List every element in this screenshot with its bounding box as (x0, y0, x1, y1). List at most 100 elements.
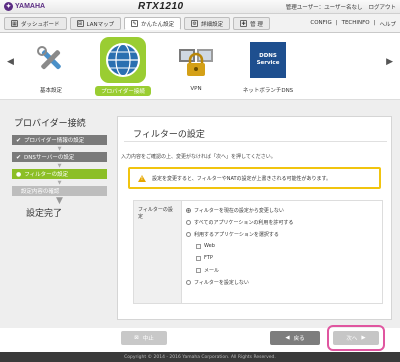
radio-button[interactable] (186, 207, 191, 213)
option-no-change[interactable]: フィルターを現在の設定から変更しない (186, 204, 378, 216)
vpn-lock-icon (173, 37, 219, 83)
tuning-fork-icon: ✦ (4, 2, 13, 11)
radio-button[interactable] (186, 231, 191, 237)
big-down-arrow-icon: ▼ (56, 196, 63, 206)
next-button-label: 次へ (346, 336, 358, 342)
check-icon: ✔ (16, 136, 22, 144)
option-label: FTP (204, 255, 213, 261)
tab-dashboard[interactable]: ▦ ダッシュボード (4, 17, 67, 30)
step-label: フィルターの設定 (24, 172, 69, 178)
divider (124, 141, 387, 142)
cancel-button-label: 中止 (142, 336, 154, 342)
easy-setup-icon: ✎ (131, 20, 139, 27)
yamaha-logo: ✦ YAMAHA (4, 2, 45, 11)
gear-icon: ⚙ (191, 20, 199, 27)
option-label: すべてのアプリケーションの利用を許可する (194, 219, 294, 226)
carousel-item-vpn[interactable]: VPN (168, 37, 224, 92)
tab-bar: ▦ ダッシュボード ⊞ LANマップ ✎ かんたん設定 ⚙ 詳細設定 ✚ 管 理… (0, 14, 400, 33)
current-step-icon: ● (16, 170, 22, 178)
cancel-icon: ⊠ (134, 335, 139, 341)
step-dns-server: ✔ DNSサーバーの設定 (12, 152, 107, 162)
step-provider-info: ✔ プロバイダー情報の設定 (12, 135, 107, 145)
filter-options: フィルターを現在の設定から変更しない すべてのアプリケーションの利用を許可する … (182, 201, 382, 303)
back-arrow-icon: ◀ (285, 335, 290, 341)
option-mail[interactable]: メール (186, 264, 378, 276)
option-select-apps[interactable]: 利用するアプリケーションを選択する (186, 228, 378, 240)
checkbox[interactable] (196, 267, 201, 273)
filter-form: フィルターの設定 フィルターを現在の設定から変更しない すべてのアプリケーション… (133, 200, 383, 304)
carousel-item-netvolante-dns[interactable]: DDNS Service ネットボランチDNS (240, 37, 296, 94)
warning-icon: ! (138, 174, 146, 182)
techinfo-link[interactable]: TECHINFO (342, 20, 370, 28)
tab-label: 詳細設定 (201, 21, 224, 28)
form-label: フィルターの設定 (134, 201, 182, 303)
option-label: 利用するアプリケーションを選択する (194, 231, 279, 238)
panel-title: フィルターの設定 (133, 130, 205, 140)
carousel-label: 基本設定 (39, 88, 62, 94)
wrench-icon: ✚ (240, 20, 248, 27)
tab-management[interactable]: ✚ 管 理 (233, 17, 270, 30)
warning-text: 設定を変更すると、フィルターやNATの設定が上書きされる可能性があります。 (152, 175, 332, 182)
tab-label: 管 理 (250, 21, 263, 28)
cancel-button[interactable]: ⊠ 中止 (121, 331, 167, 345)
option-label: フィルターを現在の設定から変更しない (194, 207, 284, 214)
top-header: ✦ YAMAHA RTX1210 管理ユーザー：ユーザー名なし ログアウト (0, 0, 400, 14)
tools-icon (28, 37, 74, 83)
tab-advanced-settings[interactable]: ⚙ 詳細設定 (184, 17, 231, 30)
option-no-filter[interactable]: フィルターを設定しない (186, 276, 378, 288)
tab-label: LANマップ (86, 21, 115, 28)
next-arrow-icon: ▶ (361, 335, 366, 341)
next-button[interactable]: 次へ ▶ (333, 331, 379, 345)
check-icon: ✔ (16, 153, 22, 161)
step-label: 設定内容の確認 (20, 189, 60, 195)
main-content: プロバイダー接続 ✔ プロバイダー情報の設定 ▼ ✔ DNSサーバーの設定 ▼ … (0, 100, 400, 328)
carousel-next-arrow-icon[interactable]: ▶ (386, 57, 393, 67)
radio-button[interactable] (186, 279, 191, 285)
checkbox[interactable] (196, 243, 201, 249)
filter-settings-panel: フィルターの設定 入力内容をご確認の上、変更がなければ「次へ」を押してください。… (117, 116, 392, 320)
globe-icon (100, 37, 146, 83)
wizard-steps: プロバイダー接続 ✔ プロバイダー情報の設定 ▼ ✔ DNSサーバーの設定 ▼ … (12, 116, 107, 219)
option-ftp[interactable]: FTP (186, 252, 378, 264)
dashboard-icon: ▦ (11, 20, 18, 27)
feature-carousel: ◀ ▶ 基本設定 プロバイダー接続 VPN DDNS Service ネットボラ… (0, 33, 400, 100)
option-web[interactable]: Web (186, 240, 378, 252)
warning-box: ! 設定を変更すると、フィルターやNATの設定が上書きされる可能性があります。 (128, 167, 381, 189)
tab-easy-setup[interactable]: ✎ かんたん設定 (124, 17, 182, 30)
ddns-badge: DDNS Service (250, 42, 286, 78)
step-confirm: 設定内容の確認 (12, 186, 107, 196)
step-label: DNSサーバーの設定 (24, 155, 75, 161)
tab-lan-map[interactable]: ⊞ LANマップ (69, 17, 122, 30)
option-label: フィルターを設定しない (194, 279, 249, 286)
checkbox[interactable] (196, 255, 201, 261)
brand-name: YAMAHA (15, 3, 46, 10)
config-link[interactable]: CONFIG (310, 20, 331, 28)
tab-label: ダッシュボード (21, 21, 60, 28)
setup-complete-label: 設定完了 (26, 209, 63, 219)
ddns-service-icon: DDNS Service (245, 37, 291, 83)
option-allow-all[interactable]: すべてのアプリケーションの利用を許可する (186, 216, 378, 228)
option-label: Web (204, 243, 215, 249)
help-link[interactable]: ヘルプ (379, 20, 396, 28)
carousel-item-basic-settings[interactable]: 基本設定 (23, 37, 79, 94)
back-button-label: 戻る (293, 336, 305, 342)
top-links: CONFIG | TECHINFO | ヘルプ (310, 20, 396, 28)
instruction-text: 入力内容をご確認の上、変更がなければ「次へ」を押してください。 (121, 154, 276, 160)
logout-link[interactable]: ログアウト (368, 3, 396, 11)
carousel-label: プロバイダー接続 (95, 86, 151, 96)
carousel-item-provider-connection[interactable]: プロバイダー接続 (95, 37, 151, 96)
step-label: プロバイダー情報の設定 (24, 138, 85, 144)
carousel-prev-arrow-icon[interactable]: ◀ (7, 57, 14, 67)
model-name: RTX1210 (138, 1, 184, 12)
admin-user-label: 管理ユーザー：ユーザー名なし (285, 5, 363, 11)
lan-map-icon: ⊞ (76, 20, 84, 27)
user-info: 管理ユーザー：ユーザー名なし ログアウト (286, 3, 396, 11)
step-filter: ● フィルターの設定 (12, 169, 107, 179)
copyright-footer: Copyright © 2014 - 2016 Yamaha Corporati… (0, 352, 400, 362)
option-label: メール (204, 267, 220, 274)
carousel-label: VPN (190, 86, 202, 92)
radio-button[interactable] (186, 219, 191, 225)
back-button[interactable]: ◀ 戻る (270, 331, 320, 345)
carousel-label: ネットボランチDNS (242, 88, 294, 94)
wizard-title: プロバイダー接続 (14, 119, 86, 129)
